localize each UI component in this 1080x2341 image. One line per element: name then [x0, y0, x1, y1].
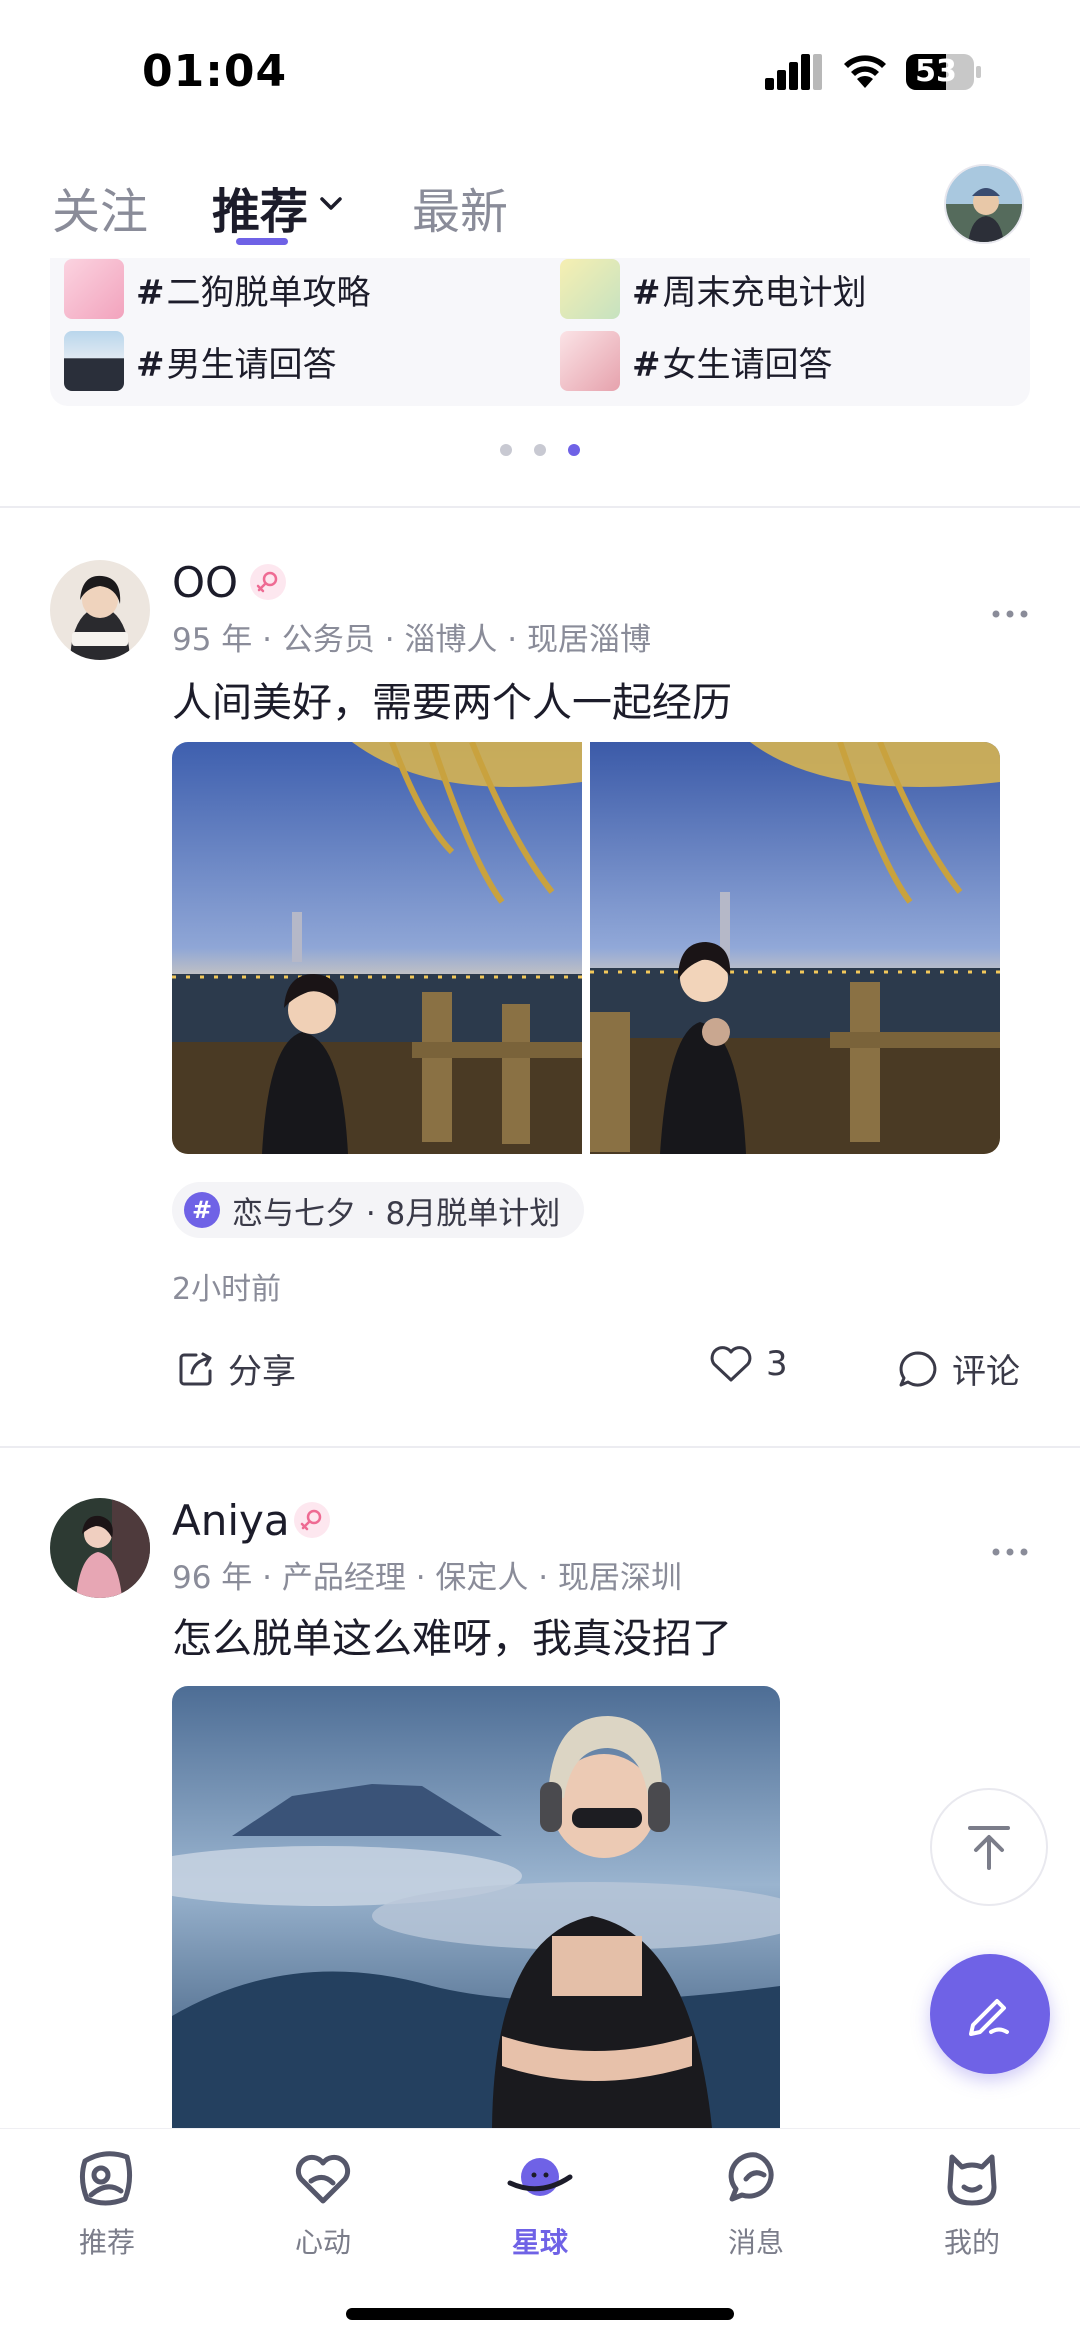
page-dot[interactable]: [500, 444, 512, 456]
topic-thumbnail: [64, 331, 124, 391]
planet-icon: [507, 2158, 573, 2196]
female-icon: [300, 1509, 322, 1531]
my-avatar[interactable]: [944, 164, 1024, 244]
battery-level: 53: [915, 54, 957, 89]
nav-item-heart[interactable]: 心动: [253, 2143, 393, 2273]
topics-carousel: #二狗脱单攻略 #周末充电计划 #男生请回答 #女生请回答: [50, 258, 1030, 406]
wifi-icon: [844, 55, 886, 88]
comment-button[interactable]: 评论: [896, 1344, 1020, 1393]
hashtag-icon: #: [184, 1192, 220, 1228]
like-count: 3: [766, 1344, 788, 1384]
post-card[interactable]: Aniya 96 年 · 产品经理 · 保定人 · 现居深圳 怎么脱单这么难呀，…: [0, 1448, 1080, 2128]
user-meta: 96 年 · 产品经理 · 保定人 · 现居深圳: [172, 1560, 682, 1596]
share-button[interactable]: 分享: [176, 1344, 296, 1393]
nav-label: 心动: [294, 2226, 351, 2259]
nav-label: 星球: [511, 2226, 568, 2259]
like-button[interactable]: 3: [708, 1344, 788, 1384]
nav-label: 我的: [943, 2226, 1000, 2259]
topic-item[interactable]: #女生请回答: [560, 330, 833, 392]
status-time: 01:04: [142, 46, 288, 97]
female-badge: [294, 1502, 330, 1538]
nav-label: 推荐: [78, 2226, 135, 2259]
status-bar: 01:04 53: [0, 0, 1080, 140]
pencil-icon: [969, 1999, 1009, 2036]
tab-follow[interactable]: 关注: [52, 172, 148, 242]
nav-item-recommend[interactable]: 推荐: [37, 2143, 177, 2273]
battery-icon: 53: [906, 52, 986, 92]
post-photo[interactable]: [172, 1686, 780, 2128]
tab-latest[interactable]: 最新: [412, 172, 508, 242]
profile-icon: [947, 2154, 997, 2206]
topic-label: 周末充电计划: [662, 272, 867, 313]
compose-post-button[interactable]: [930, 1954, 1050, 2074]
topic-item[interactable]: #二狗脱单攻略: [64, 258, 371, 320]
topic-item[interactable]: #男生请回答: [64, 330, 337, 392]
share-icon: [179, 1352, 212, 1385]
avatar[interactable]: [50, 560, 150, 660]
post-card[interactable]: OO 95 年 · 公务员 · 淄博人 · 现居淄博 人间美好，需要两个人一起经…: [0, 508, 1080, 1446]
page-dot-active[interactable]: [568, 444, 580, 456]
heart-icon: [295, 2154, 351, 2204]
topic-label: 女生请回答: [662, 344, 833, 385]
comment-label: 评论: [952, 1352, 1020, 1392]
carousel-pagination: [500, 444, 580, 458]
topic-label: 男生请回答: [166, 344, 337, 385]
arrow-up-icon: [968, 1826, 1010, 1870]
page-dot[interactable]: [534, 444, 546, 456]
nav-item-planet[interactable]: 星球: [470, 2143, 610, 2273]
post-photo[interactable]: [172, 742, 582, 1154]
scroll-to-top-button[interactable]: [930, 1788, 1048, 1906]
more-icon[interactable]: [990, 1546, 1030, 1558]
share-label: 分享: [228, 1352, 296, 1392]
topic-thumbnail: [560, 331, 620, 391]
female-badge: [250, 564, 286, 600]
topic-label: 二狗脱单攻略: [166, 272, 371, 313]
more-icon[interactable]: [990, 608, 1030, 620]
topic-thumbnail: [560, 259, 620, 319]
feed-tabs: 关注 推荐 最新: [0, 150, 1080, 260]
post-photo[interactable]: [590, 742, 1000, 1154]
topic-thumbnail: [64, 259, 124, 319]
signal-icon: [765, 54, 822, 90]
username[interactable]: OO: [172, 558, 238, 607]
avatar[interactable]: [50, 1498, 150, 1598]
nav-label: 消息: [727, 2226, 784, 2259]
nav-item-profile[interactable]: 我的: [902, 2143, 1042, 2273]
post-text: 人间美好，需要两个人一起经历: [172, 680, 732, 726]
username[interactable]: Aniya: [172, 1496, 290, 1545]
female-icon: [256, 571, 278, 593]
post-text: 怎么脱单这么难呀，我真没招了: [172, 1616, 732, 1662]
nav-item-messages[interactable]: 消息: [686, 2143, 826, 2273]
topic-item[interactable]: #周末充电计划: [560, 258, 867, 320]
home-indicator[interactable]: [346, 2308, 734, 2320]
post-topic-label: 恋与七夕 · 8月脱单计划: [232, 1195, 561, 1232]
message-icon: [728, 2152, 774, 2202]
user-meta: 95 年 · 公务员 · 淄博人 · 现居淄博: [172, 622, 651, 658]
chevron-down-icon[interactable]: [316, 192, 346, 216]
post-time: 2小时前: [172, 1272, 282, 1307]
active-tab-indicator: [236, 238, 288, 245]
tab-recommend[interactable]: 推荐: [212, 172, 308, 242]
post-topic-chip[interactable]: # 恋与七夕 · 8月脱单计划: [172, 1182, 585, 1238]
heart-outline-icon: [710, 1346, 752, 1382]
comment-icon: [899, 1351, 937, 1386]
recommend-icon: [79, 2151, 133, 2206]
